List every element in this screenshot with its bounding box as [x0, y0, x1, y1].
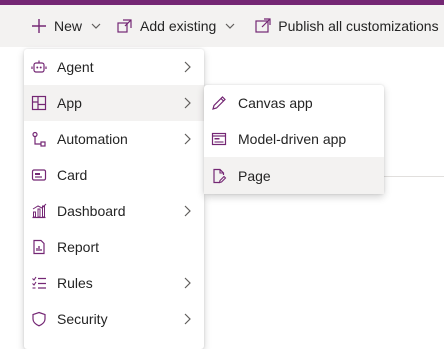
dashboard-icon: [30, 202, 48, 220]
form-icon: [210, 130, 228, 148]
submenu-item-label: Page: [238, 167, 271, 184]
chevron-right-icon: [184, 277, 191, 289]
bot-icon: [30, 58, 48, 76]
submenu-item-label: Canvas app: [238, 95, 313, 111]
add-existing-button[interactable]: Add existing: [116, 5, 236, 47]
plus-icon: [32, 19, 46, 33]
publish-all-label: Publish all customizations: [278, 18, 439, 34]
pen-icon: [210, 94, 228, 112]
page-edit-icon: [210, 167, 228, 185]
app-submenu: Canvas app Model-driven app Page: [204, 85, 384, 194]
new-button[interactable]: New: [30, 5, 102, 47]
add-existing-label: Add existing: [140, 18, 217, 34]
menu-item-dashboard[interactable]: Dashboard: [24, 193, 204, 229]
menu-item-label: Dashboard: [57, 203, 126, 219]
menu-item-label: Report: [57, 239, 100, 255]
submenu-item-label: Model-driven app: [238, 131, 347, 147]
submenu-item-page[interactable]: Page: [204, 157, 384, 194]
chevron-right-icon: [184, 61, 191, 73]
chevron-right-icon: [184, 133, 191, 145]
menu-item-agent[interactable]: Agent: [24, 49, 204, 85]
add-existing-icon: [117, 19, 132, 33]
menu-item-label: Security: [57, 311, 108, 327]
menu-item-automation[interactable]: Automation: [24, 121, 204, 157]
divider: [382, 176, 444, 177]
menu-item-label: Card: [57, 167, 88, 183]
publish-icon: [255, 18, 271, 33]
chevron-down-icon: [225, 23, 235, 29]
menu-item-report[interactable]: Report: [24, 229, 204, 265]
shield-icon: [30, 310, 48, 328]
chevron-right-icon: [184, 313, 191, 325]
chevron-right-icon: [184, 97, 191, 109]
chevron-right-icon: [184, 205, 191, 217]
menu-item-label: Automation: [57, 131, 128, 147]
menu-item-security[interactable]: Security: [24, 301, 204, 337]
menu-item-label: Rules: [57, 275, 93, 291]
flow-icon: [30, 130, 48, 148]
card-icon: [30, 166, 48, 184]
new-button-label: New: [54, 18, 83, 34]
new-dropdown-menu: Agent App Automation Card Dashboard Repo…: [24, 49, 204, 349]
rules-icon: [30, 274, 48, 292]
submenu-item-canvas-app[interactable]: Canvas app: [204, 85, 384, 121]
menu-item-label: App: [57, 95, 82, 111]
submenu-item-model-driven-app[interactable]: Model-driven app: [204, 121, 384, 157]
menu-item-label: Agent: [57, 59, 94, 75]
chevron-down-icon: [91, 23, 101, 29]
menu-item-rules[interactable]: Rules: [24, 265, 204, 301]
publish-all-button[interactable]: Publish all customizations: [254, 5, 439, 47]
menu-item-card[interactable]: Card: [24, 157, 204, 193]
report-icon: [30, 238, 48, 256]
app-icon: [30, 94, 48, 112]
command-bar: New Add existing Publish all customizati…: [0, 5, 444, 47]
menu-item-app[interactable]: App: [24, 85, 204, 121]
